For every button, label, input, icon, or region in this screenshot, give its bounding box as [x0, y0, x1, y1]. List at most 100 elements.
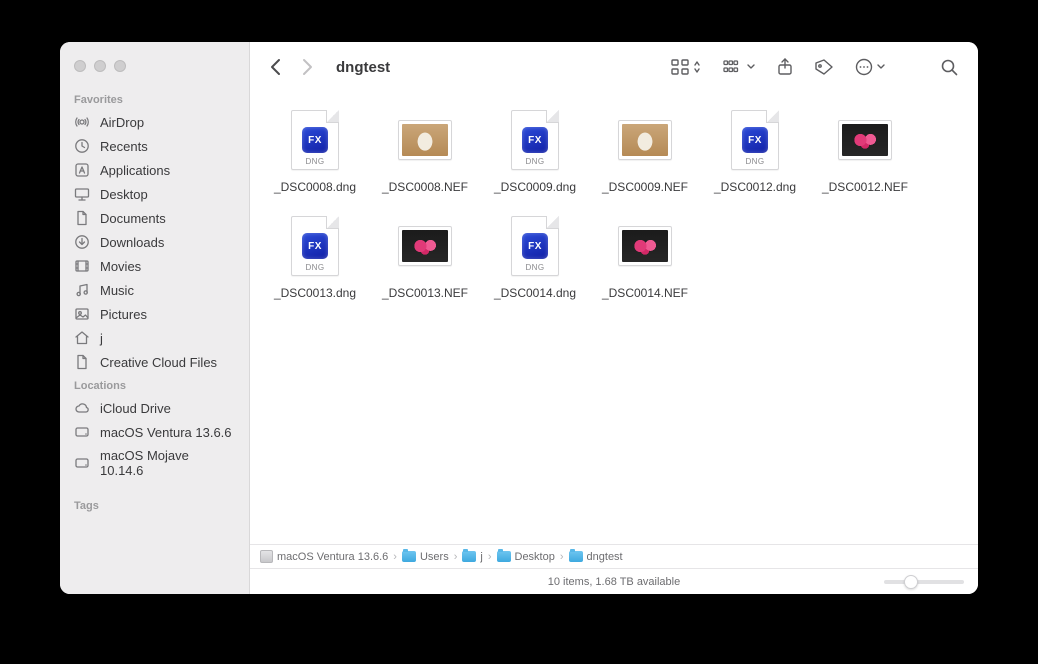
photo-thumbnail — [398, 226, 452, 266]
file-item[interactable]: FX DNG _DSC0008.dng — [260, 102, 370, 208]
tags-button[interactable] — [809, 53, 839, 81]
file-name-label: _DSC0013.NEF — [382, 286, 468, 300]
chevron-right-icon: › — [393, 551, 397, 563]
sidebar-item-loc-0[interactable]: iCloud Drive — [60, 396, 249, 420]
file-item[interactable]: FX DNG _DSC0009.dng — [480, 102, 590, 208]
sidebar-item-fav-6[interactable]: Movies — [60, 254, 249, 278]
sidebar-item-fav-4[interactable]: Documents — [60, 206, 249, 230]
sidebar-item-fav-3[interactable]: Desktop — [60, 182, 249, 206]
fx-badge: FX — [742, 127, 768, 153]
folder-icon — [402, 551, 416, 562]
slider-knob[interactable] — [904, 575, 918, 589]
photo-thumbnail — [618, 226, 672, 266]
file-item[interactable]: _DSC0013.NEF — [370, 208, 480, 314]
applications-icon — [74, 162, 90, 178]
zoom-button[interactable] — [114, 60, 126, 72]
close-button[interactable] — [74, 60, 86, 72]
path-label: Desktop — [515, 551, 555, 563]
airdrop-icon — [74, 114, 90, 130]
path-segment[interactable]: macOS Ventura 13.6.6 — [260, 550, 388, 563]
file-name-label: _DSC0009.NEF — [602, 180, 688, 194]
sidebar-item-fav-2[interactable]: Applications — [60, 158, 249, 182]
disk-icon — [260, 550, 273, 563]
sidebar-item-fav-5[interactable]: Downloads — [60, 230, 249, 254]
file-item[interactable]: _DSC0009.NEF — [590, 102, 700, 208]
window-controls — [60, 54, 249, 88]
favorites-heading: Favorites — [60, 88, 249, 110]
file-name-label: _DSC0008.dng — [274, 180, 356, 194]
chevron-right-icon: › — [560, 551, 564, 563]
file-ext-label: DNG — [526, 263, 545, 272]
documents-icon — [74, 210, 90, 226]
recents-icon — [74, 138, 90, 154]
sidebar-item-label: Pictures — [100, 307, 147, 322]
sidebar-item-loc-2[interactable]: macOS Mojave 10.14.6 — [60, 444, 249, 482]
folder-icon — [569, 551, 583, 562]
file-name-label: _DSC0012.dng — [714, 180, 796, 194]
sidebar-item-label: macOS Mojave 10.14.6 — [100, 448, 235, 478]
disk-icon — [74, 424, 90, 440]
forward-button[interactable] — [296, 53, 318, 81]
folder-icon — [497, 551, 511, 562]
folder-icon — [462, 551, 476, 562]
action-menu-button[interactable] — [849, 53, 891, 81]
fx-badge: FX — [522, 233, 548, 259]
path-segment[interactable]: Desktop — [497, 551, 555, 563]
sidebar-item-fav-9[interactable]: j — [60, 326, 249, 350]
file-name-label: _DSC0008.NEF — [382, 180, 468, 194]
search-button[interactable] — [935, 53, 964, 81]
file-ext-label: DNG — [306, 157, 325, 166]
photo-thumbnail — [398, 120, 452, 160]
sidebar-item-fav-8[interactable]: Pictures — [60, 302, 249, 326]
movies-icon — [74, 258, 90, 274]
group-by-button[interactable] — [717, 53, 761, 81]
path-segment[interactable]: dngtest — [569, 551, 623, 563]
chevron-right-icon: › — [454, 551, 458, 563]
file-ext-label: DNG — [526, 157, 545, 166]
sidebar-item-fav-10[interactable]: Creative Cloud Files — [60, 350, 249, 374]
sidebar-item-fav-7[interactable]: Music — [60, 278, 249, 302]
file-item[interactable]: FX DNG _DSC0014.dng — [480, 208, 590, 314]
fx-badge: FX — [302, 127, 328, 153]
desktop-icon — [74, 186, 90, 202]
file-item[interactable]: _DSC0008.NEF — [370, 102, 480, 208]
minimize-button[interactable] — [94, 60, 106, 72]
path-segment[interactable]: j — [462, 551, 482, 563]
file-ext-label: DNG — [746, 157, 765, 166]
file-item[interactable]: FX DNG _DSC0013.dng — [260, 208, 370, 314]
path-label: dngtest — [587, 551, 623, 563]
file-item[interactable]: FX DNG _DSC0012.dng — [700, 102, 810, 208]
downloads-icon — [74, 234, 90, 250]
dng-file-icon: FX DNG — [291, 216, 339, 276]
tags-heading: Tags — [60, 494, 249, 516]
file-item[interactable]: _DSC0014.NEF — [590, 208, 700, 314]
main-area: dngtest — [250, 42, 978, 594]
cloud-icon — [74, 400, 90, 416]
documents-icon — [74, 354, 90, 370]
status-text: 10 items, 1.68 TB available — [548, 576, 680, 588]
window-title: dngtest — [336, 59, 390, 76]
fx-badge: FX — [302, 233, 328, 259]
file-grid: FX DNG _DSC0008.dng _DSC0008.NEF FX DNG _… — [250, 92, 978, 544]
file-item[interactable]: _DSC0012.NEF — [810, 102, 920, 208]
sidebar-item-fav-1[interactable]: Recents — [60, 134, 249, 158]
file-ext-label: DNG — [306, 263, 325, 272]
path-label: j — [480, 551, 482, 563]
sidebar-item-label: Music — [100, 283, 134, 298]
sidebar-item-label: iCloud Drive — [100, 401, 171, 416]
icon-size-slider[interactable] — [884, 580, 964, 584]
file-name-label: _DSC0009.dng — [494, 180, 576, 194]
sidebar-item-fav-0[interactable]: AirDrop — [60, 110, 249, 134]
file-name-label: _DSC0014.NEF — [602, 286, 688, 300]
path-label: macOS Ventura 13.6.6 — [277, 551, 388, 563]
sidebar-item-label: j — [100, 331, 103, 346]
back-button[interactable] — [264, 53, 286, 81]
sidebar: Favorites AirDropRecentsApplicationsDesk… — [60, 42, 250, 594]
home-icon — [74, 330, 90, 346]
dng-file-icon: FX DNG — [291, 110, 339, 170]
path-segment[interactable]: Users — [402, 551, 449, 563]
music-icon — [74, 282, 90, 298]
share-button[interactable] — [771, 53, 799, 81]
sidebar-item-loc-1[interactable]: macOS Ventura 13.6.6 — [60, 420, 249, 444]
view-icon-mode-button[interactable] — [665, 53, 707, 81]
